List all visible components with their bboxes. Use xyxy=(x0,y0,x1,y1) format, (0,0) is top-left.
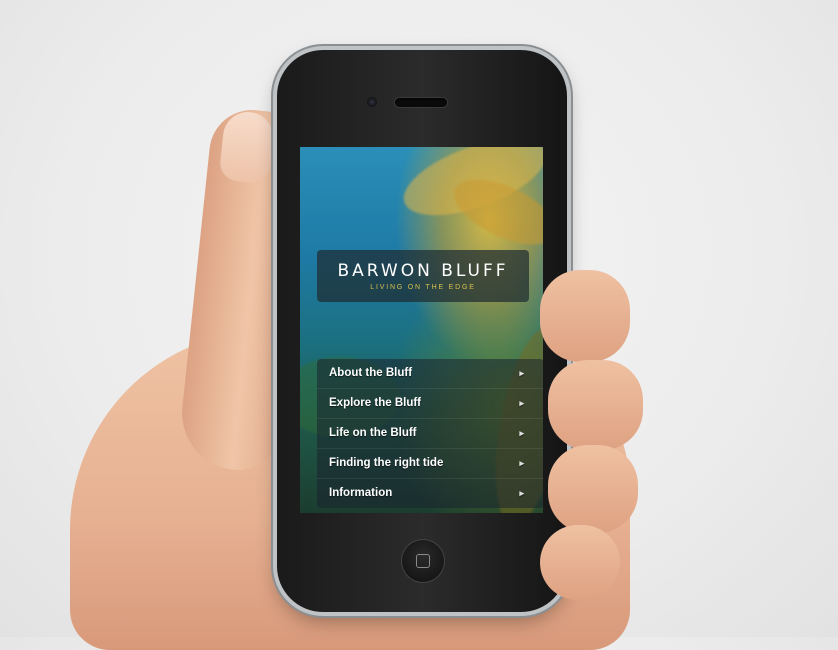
menu-item-label: Information xyxy=(329,487,393,499)
menu-item-label: Life on the Bluff xyxy=(329,427,417,439)
app-title: BARWON BLUFF xyxy=(337,261,509,281)
menu-item-label: Explore the Bluff xyxy=(329,397,422,409)
earpiece-speaker xyxy=(395,98,447,107)
menu-item-label: Finding the right tide xyxy=(329,457,444,469)
menu-item-explore[interactable]: Explore the Bluff ▸ xyxy=(317,389,543,419)
chevron-right-icon: ▸ xyxy=(519,428,524,438)
menu-item-about[interactable]: About the Bluff ▸ xyxy=(317,359,543,389)
hand-finger xyxy=(540,270,630,362)
chevron-right-icon: ▸ xyxy=(519,488,524,498)
menu-item-tide[interactable]: Finding the right tide ▸ xyxy=(317,449,543,479)
app-subtitle: LIVING ON THE EDGE xyxy=(370,284,476,291)
menu-item-life[interactable]: Life on the Bluff ▸ xyxy=(317,419,543,449)
home-button[interactable] xyxy=(402,540,444,582)
chevron-right-icon: ▸ xyxy=(519,368,524,378)
menu-item-information[interactable]: Information ▸ xyxy=(317,479,543,508)
menu-item-label: About the Bluff xyxy=(329,367,413,379)
chevron-right-icon: ▸ xyxy=(519,458,524,468)
main-menu: About the Bluff ▸ Explore the Bluff ▸ Li… xyxy=(317,359,543,508)
front-camera-icon xyxy=(367,97,377,107)
phone-device: BARWON BLUFF LIVING ON THE EDGE About th… xyxy=(277,50,567,612)
hand-finger xyxy=(540,525,620,600)
hand-finger xyxy=(548,360,643,450)
chevron-right-icon: ▸ xyxy=(519,398,524,408)
app-screen: BARWON BLUFF LIVING ON THE EDGE About th… xyxy=(300,147,543,513)
app-title-banner: BARWON BLUFF LIVING ON THE EDGE xyxy=(317,250,529,302)
hand-finger xyxy=(548,445,638,533)
